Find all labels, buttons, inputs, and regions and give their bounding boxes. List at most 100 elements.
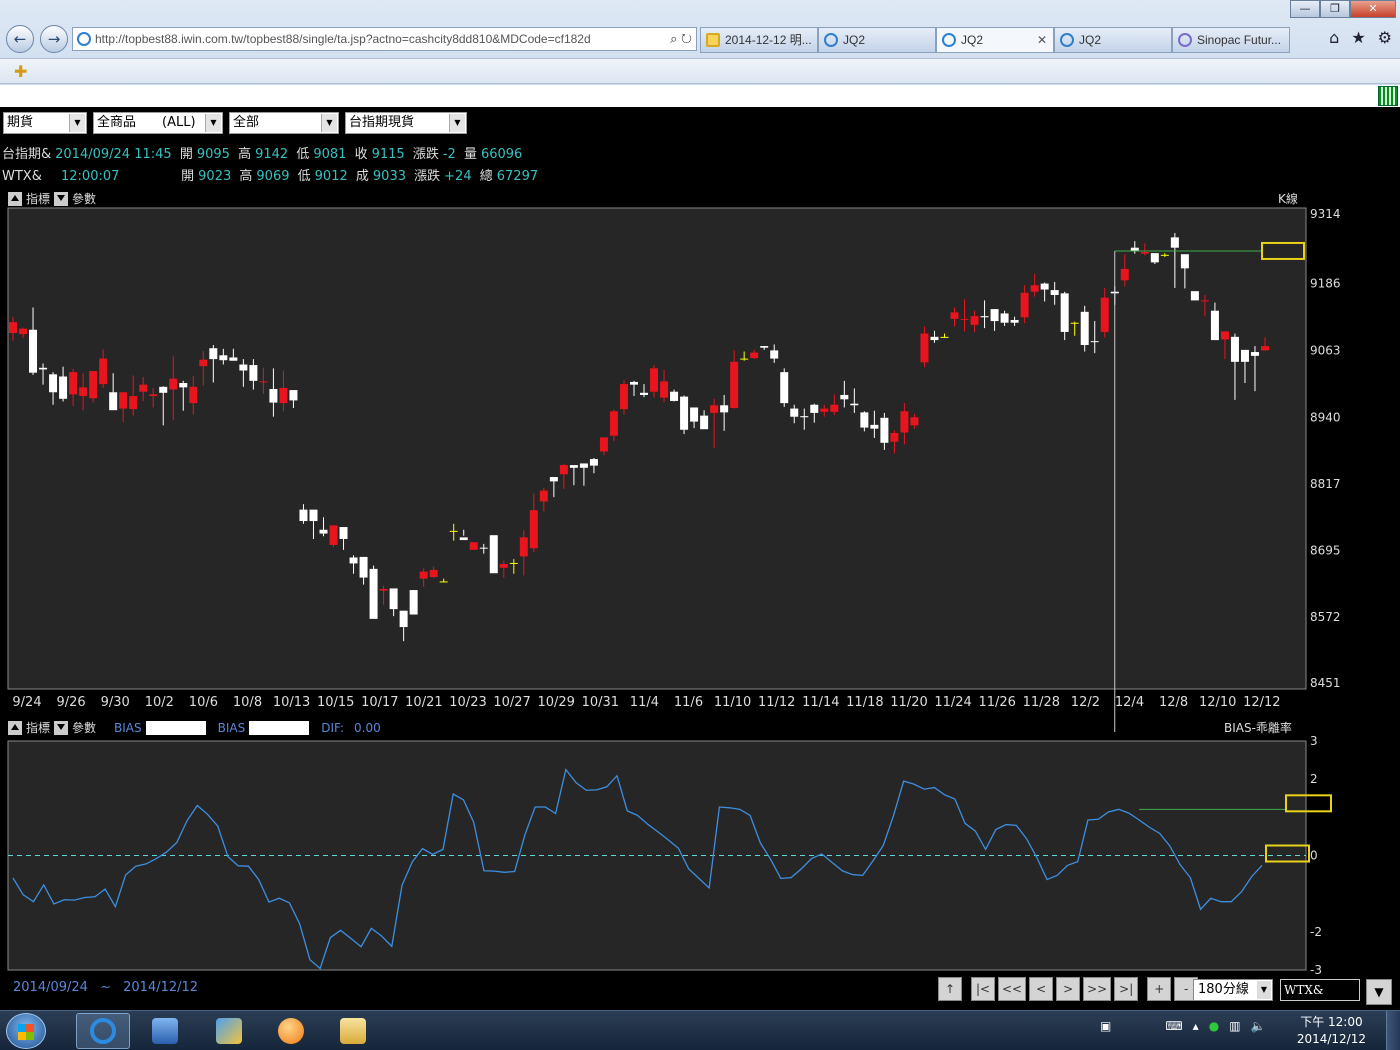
close-value: 9033 [372,169,406,184]
tray-expand-icon[interactable]: ▴ [1193,1019,1199,1033]
taskbar-orange-app-icon[interactable] [264,1013,318,1049]
period-select[interactable]: 180分線 ▼ [1193,979,1273,1001]
candle-body [910,417,919,426]
taskbar-trading-app-icon[interactable] [202,1013,256,1049]
candle-body [790,408,799,417]
kline-x-tick: 12/12 [1243,695,1280,710]
tray-volume-icon[interactable]: 🔈 [1251,1019,1266,1033]
tab-jq2-active[interactable]: JQ2 ✕ [936,27,1054,53]
candle-body [579,463,588,468]
candle-body [359,556,368,578]
step-back-button[interactable]: < [1029,977,1054,1001]
candle-body [49,374,58,393]
candle [680,395,689,435]
candle-body [619,384,628,410]
candle [329,525,338,548]
candle-body [640,392,649,395]
market-select[interactable]: 期貨 ▼ [3,112,87,134]
candle-body [700,415,709,430]
page-forward-button[interactable]: >> [1083,977,1112,1001]
home-icon[interactable]: ⌂ [1329,28,1339,47]
back-icon[interactable]: ← [6,25,34,53]
candle-body [680,396,689,430]
maximize-button[interactable]: ❐ [1320,0,1350,18]
candle [780,368,789,407]
range-end: 2014/12/12 [123,980,199,995]
symbol-dropdown-button[interactable]: ▼ [1366,979,1392,1005]
candle-body [89,371,98,399]
tab-news[interactable]: 2014-12-12 明... [700,27,818,53]
window-controls: — ❐ ✕ [1290,0,1396,18]
candle-body [349,557,358,564]
last-button[interactable]: >| [1114,977,1139,1001]
tab-jq2-1[interactable]: JQ2 [818,27,936,53]
candle-body [539,490,548,502]
candle-body [549,477,558,482]
start-button[interactable] [6,1013,46,1049]
change-value: -2 [442,147,456,162]
kline-x-tick: 12/8 [1159,695,1188,710]
first-button[interactable]: |< [971,977,995,1001]
candle-body [1020,292,1029,318]
tab-label: Sinopac Futur... [1197,33,1282,47]
category-select[interactable]: 全部 ▼ [229,112,339,134]
kline-x-tick: 11/20 [890,695,927,710]
candle-body [870,424,879,429]
candle-body [39,367,48,370]
favorites-star-icon[interactable]: ★ [1351,28,1365,47]
forward-icon[interactable]: → [40,25,68,53]
candle-body [559,465,568,475]
settings-gear-icon[interactable]: ⚙ [1378,28,1392,47]
candle-body [609,411,618,436]
candle [469,542,478,550]
candle-body [810,404,819,413]
clock-time: 下午 12:00 [1300,1015,1363,1029]
step-forward-button[interactable]: > [1056,977,1081,1001]
candle-body [830,404,839,412]
candle-body [289,390,298,401]
product-select[interactable]: 全商品 (ALL) ▼ [93,112,223,134]
taskbar-ie-icon[interactable] [76,1013,130,1049]
total-value: 67297 [496,169,539,184]
tab-sinopac[interactable]: Sinopac Futur... [1172,27,1290,53]
candle-body [780,372,789,404]
kline-x-tick: 10/29 [537,695,574,710]
page-back-button[interactable]: << [998,977,1027,1001]
scroll-up-button[interactable]: ↑ [938,977,962,1001]
minimize-button[interactable]: — [1290,0,1320,18]
add-favorite-icon[interactable]: ✚ [14,62,27,81]
candle-body [950,312,959,319]
taskbar-folder-icon[interactable] [326,1013,380,1049]
instrument-select[interactable]: 台指期現貨 ▼ [345,112,467,134]
close-tab-icon[interactable]: ✕ [1037,28,1047,52]
taskbar-clock[interactable]: 下午 12:00 2014/12/12 [1297,1014,1366,1048]
tray-app-icon[interactable]: ▣ [1100,1019,1111,1033]
candle-body [519,537,528,557]
tab-jq2-3[interactable]: JQ2 [1054,27,1172,53]
quote-symbol: WTX& [2,169,42,184]
candle-body [1250,352,1259,356]
close-window-button[interactable]: ✕ [1350,0,1396,18]
bias-chart[interactable]: 3 2 0 -2 -3 [0,732,1400,977]
zoom-in-button[interactable]: + [1147,977,1172,1001]
search-refresh-icon[interactable]: ⌕ ↻ [670,28,692,50]
product-select-value: 全商品 (ALL) [97,115,196,130]
low-value: 9012 [314,169,348,184]
close-value: 9115 [371,147,405,162]
candle-body [159,386,168,393]
taskbar-media-icon[interactable] [138,1013,192,1049]
candle-body [229,357,238,361]
app-menu-icon[interactable] [1378,86,1398,106]
candle-body [99,358,108,385]
kline-chart[interactable]: 9314 9186 9063 8940 8817 8695 8572 8451 9/24 9/26… [0,204,1400,732]
kline-x-tick: 11/6 [674,695,703,710]
tray-network-icon[interactable]: ▥ [1229,1019,1240,1033]
candle-body [389,588,398,610]
chevron-down-icon: ▼ [1257,981,1271,999]
show-desktop-button[interactable] [1386,1011,1400,1050]
tray-keyboard-icon[interactable]: ⌨ [1165,1019,1182,1033]
symbol-input[interactable]: WTX& [1280,979,1360,1001]
candle-body [1040,283,1049,290]
tray-line-icon[interactable]: ● [1209,1019,1219,1033]
address-bar[interactable]: http://topbest88.iwin.com.tw/topbest88/s… [72,27,697,51]
